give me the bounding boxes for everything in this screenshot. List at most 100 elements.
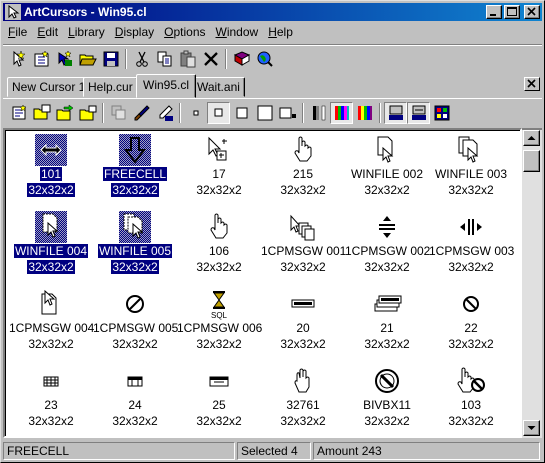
web-button[interactable]	[253, 48, 276, 70]
cursor-size-text: 32x32x2	[448, 183, 494, 197]
size-card-icon	[411, 105, 426, 120]
new-animation-button[interactable]	[53, 48, 76, 70]
menu-library[interactable]: Library	[63, 23, 110, 41]
open-folder-view-button[interactable]	[30, 102, 53, 124]
menu-bar: File Edit Library Display Options Window Help	[3, 22, 542, 42]
new-cursor-icon	[13, 49, 26, 67]
cursor-item[interactable]: 1CPMSGW 004 32x32x2	[9, 286, 94, 362]
color-256-button[interactable]	[353, 102, 376, 124]
color-16-button[interactable]	[330, 101, 353, 124]
tab-win95-cl[interactable]: Win95.cl	[136, 74, 197, 98]
show-size-button[interactable]	[407, 101, 430, 124]
new-library-button[interactable]	[30, 48, 53, 70]
cursor-name: 17	[177, 166, 261, 182]
export-button[interactable]	[76, 102, 99, 124]
title-bar[interactable]: ArtCursors - Win95.cl	[3, 3, 542, 21]
properties-button[interactable]	[7, 102, 30, 124]
cursor-item[interactable]: 20 32x32x2	[261, 286, 345, 362]
help-book-button[interactable]	[230, 48, 253, 70]
cut-button[interactable]	[130, 48, 153, 70]
tiny-square-icon	[193, 110, 198, 115]
grid-view-button[interactable]	[430, 102, 453, 124]
view-size-medium-button[interactable]	[230, 102, 253, 124]
menu-display[interactable]: Display	[110, 23, 159, 41]
scroll-up-button[interactable]	[523, 130, 540, 146]
cursor-name: WINFILE 005	[93, 243, 177, 259]
cursor-item[interactable]: BIVBX11 32x32x2	[345, 363, 429, 436]
cursor-item[interactable]: 32761 32x32x2	[261, 363, 345, 436]
cursor-item[interactable]: 1CPMSGW 002 32x32x2	[345, 209, 430, 285]
open-button[interactable]	[76, 48, 99, 70]
cursor-item[interactable]: 215 32x32x2	[261, 132, 345, 208]
copy-icon	[157, 51, 171, 66]
menu-options[interactable]: Options	[159, 23, 210, 41]
tab-help-cur[interactable]: Help.cur	[83, 77, 138, 97]
cursor-item[interactable]: 1CPMSGW 001 32x32x2	[261, 209, 346, 285]
cursor-item[interactable]: 106 32x32x2	[177, 209, 261, 285]
cursor-item[interactable]: 22 32x32x2	[429, 286, 513, 362]
test-button[interactable]	[153, 102, 176, 124]
delete-button[interactable]	[199, 48, 222, 70]
cursor-name-text: FREECELL	[101, 166, 169, 182]
cursor-item[interactable]: 24 32x32x2	[93, 363, 177, 436]
scroll-down-button[interactable]	[523, 420, 540, 436]
minimize-button[interactable]	[486, 5, 502, 19]
info-card-icon	[388, 105, 403, 120]
menu-file[interactable]: File	[3, 23, 32, 41]
menu-edit[interactable]: Edit	[32, 23, 63, 41]
menu-label-rest: ptions	[173, 25, 206, 39]
view-size-wide-button[interactable]	[276, 102, 299, 124]
cursor-item[interactable]: FREECELL 32x32x2	[93, 132, 177, 208]
cursor-item[interactable]: 1CPMSGW 003 32x32x2	[429, 209, 514, 285]
status-bar: FREECELL Selected 4 Amount 243	[3, 441, 542, 461]
new-cursor-button[interactable]	[7, 48, 30, 70]
grid-icon	[434, 105, 449, 120]
view-size-small-button[interactable]	[207, 101, 230, 124]
grayscale-icon	[312, 105, 325, 120]
maximize-button[interactable]	[504, 5, 520, 19]
cursor-name-text: 24	[128, 398, 142, 412]
save-button[interactable]	[99, 48, 122, 70]
cursor-item[interactable]: WINFILE 005 32x32x2	[93, 209, 177, 285]
copy-button[interactable]	[153, 48, 176, 70]
edit-button[interactable]	[130, 102, 153, 124]
monochrome-button[interactable]	[307, 102, 330, 124]
cursor-item[interactable]: WINFILE 003 32x32x2	[429, 132, 513, 208]
cursor-size: 32x32x2	[177, 182, 261, 198]
scroll-thumb[interactable]	[523, 150, 540, 172]
cursor-size: 32x32x2	[429, 182, 513, 198]
close-document-button[interactable]	[524, 77, 540, 91]
cursor-size: 32x32x2	[9, 259, 93, 275]
close-window-button[interactable]	[524, 5, 540, 19]
menu-help[interactable]: Help	[263, 23, 298, 41]
cursor-item[interactable]: SQL 1CPMSGW 006 32x32x2	[177, 286, 262, 362]
cursor-size-text: 32x32x2	[196, 337, 242, 351]
cursor-size-text: 32x32x2	[280, 337, 326, 351]
cursor-item[interactable]: WINFILE 002 32x32x2	[345, 132, 429, 208]
show-info-button[interactable]	[384, 101, 407, 124]
tab-new-cursor-1[interactable]: New Cursor 1	[7, 77, 91, 97]
cursor-library-view[interactable]: 101 32x32x2 FREECELL 32x32x2 17 32x32x2 215 32x…	[3, 128, 522, 438]
cursor-item[interactable]: 101 32x32x2	[9, 132, 93, 208]
menu-window[interactable]: Window	[211, 23, 264, 41]
tab-wait-ani[interactable]: Wait.ani	[192, 77, 245, 97]
cursor-item[interactable]: 17 32x32x2	[177, 132, 261, 208]
vertical-scrollbar[interactable]	[522, 128, 542, 438]
color-spectrum-icon	[357, 105, 372, 120]
files-drag-icon	[119, 211, 151, 243]
import-button[interactable]	[53, 102, 76, 124]
cursor-name: 23	[9, 397, 93, 413]
window-title: ArtCursors - Win95.cl	[24, 5, 147, 19]
cursor-item[interactable]: 23 32x32x2	[9, 363, 93, 436]
view-size-tiny-button[interactable]	[184, 102, 207, 124]
paste-button[interactable]	[176, 48, 199, 70]
duplicate-button[interactable]	[107, 102, 130, 124]
cursor-item[interactable]: 1CPMSGW 005 32x32x2	[93, 286, 178, 362]
save-disk-icon	[103, 51, 118, 66]
cursor-item[interactable]: 25 32x32x2	[177, 363, 261, 436]
cursor-item[interactable]: 103 32x32x2	[429, 363, 513, 436]
cursor-item[interactable]: 21 32x32x2	[345, 286, 429, 362]
view-size-large-button[interactable]	[253, 102, 276, 124]
cursor-item[interactable]: WINFILE 004 32x32x2	[9, 209, 93, 285]
cursor-size-text: 32x32x2	[280, 414, 326, 428]
